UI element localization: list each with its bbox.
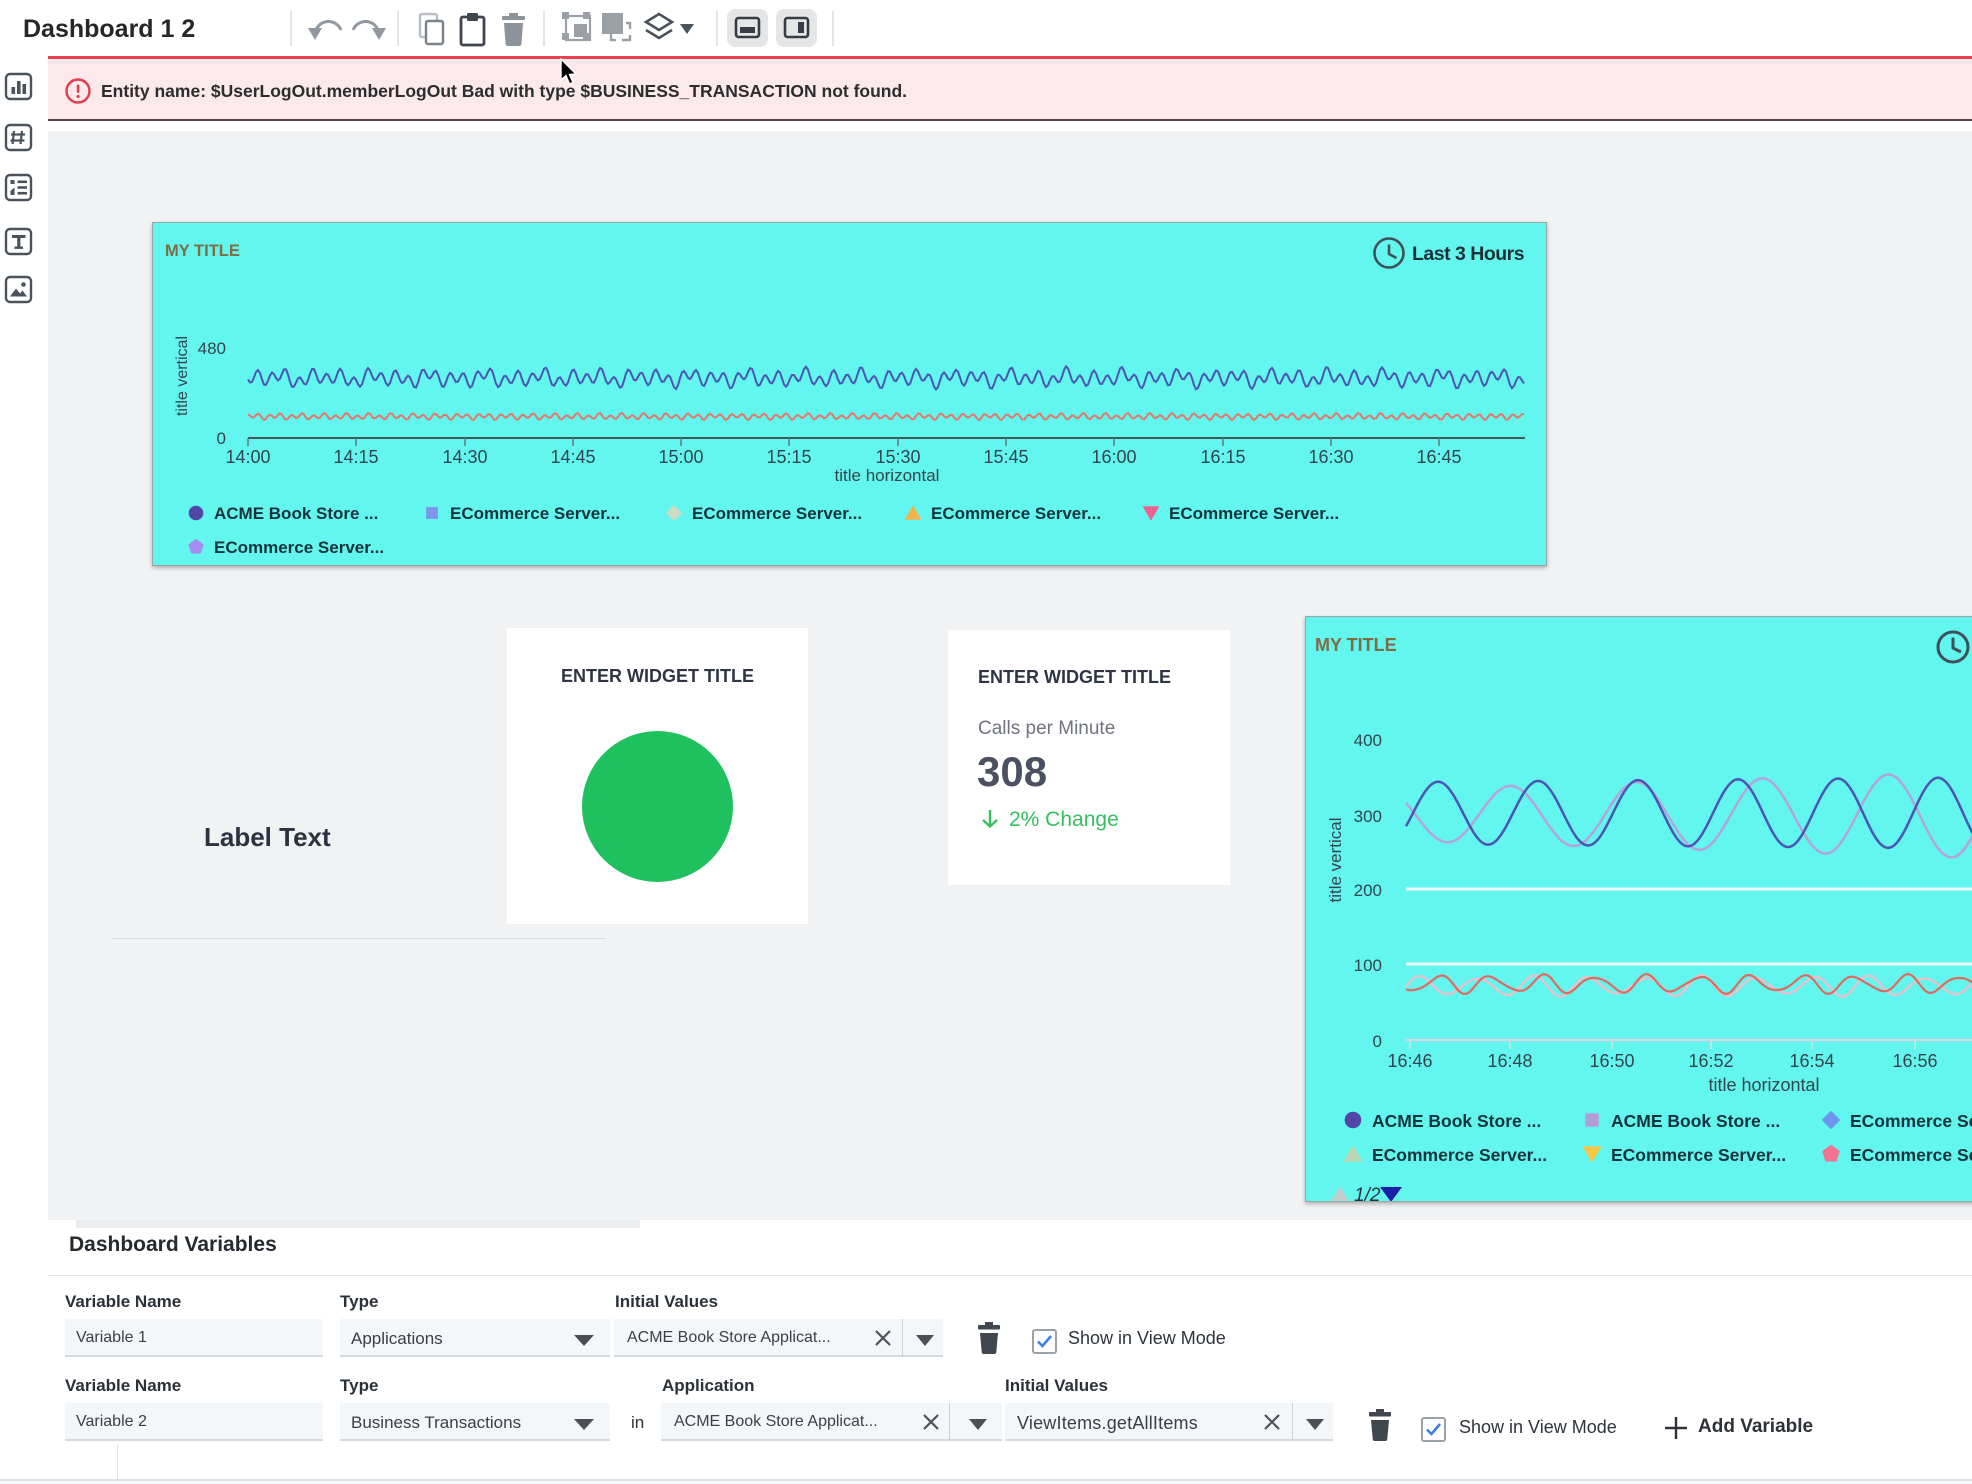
svg-text:14:15: 14:15: [333, 447, 378, 467]
svg-text:ECommerce Ser: ECommerce Ser: [1850, 1145, 1972, 1165]
svg-text:0: 0: [1373, 1032, 1382, 1051]
svg-text:ECommerce Server...: ECommerce Server...: [1611, 1145, 1786, 1165]
svg-text:title horizontal: title horizontal: [835, 466, 940, 485]
svg-text:ECommerce Server...: ECommerce Server...: [450, 504, 620, 523]
svg-text:16:30: 16:30: [1308, 447, 1353, 467]
svg-text:480: 480: [198, 339, 226, 358]
svg-text:400: 400: [1354, 731, 1382, 750]
svg-text:ECommerce Server...: ECommerce Server...: [1372, 1145, 1547, 1165]
svg-text:16:45: 16:45: [1416, 447, 1461, 467]
svg-text:Last 3 Hours: Last 3 Hours: [1412, 243, 1525, 265]
svg-text:ACME Book Store ...: ACME Book Store ...: [1372, 1111, 1541, 1131]
svg-text:ECommerce Server...: ECommerce Server...: [214, 538, 384, 557]
svg-text:ACME Book Store ...: ACME Book Store ...: [1611, 1111, 1780, 1131]
svg-text:300: 300: [1354, 807, 1382, 826]
svg-text:16:52: 16:52: [1688, 1051, 1733, 1071]
svg-text:ECommerce Ser: ECommerce Ser: [1850, 1111, 1972, 1131]
svg-text:1/2: 1/2: [1354, 1185, 1381, 1202]
svg-text:15:15: 15:15: [766, 447, 811, 467]
svg-text:14:30: 14:30: [442, 447, 487, 467]
svg-text:16:56: 16:56: [1892, 1051, 1937, 1071]
svg-text:ACME Book Store ...: ACME Book Store ...: [214, 504, 378, 523]
svg-text:ECommerce Server...: ECommerce Server...: [1169, 504, 1339, 523]
svg-text:MY TITLE: MY TITLE: [1315, 635, 1397, 655]
svg-text:200: 200: [1354, 881, 1382, 900]
svg-text:16:00: 16:00: [1091, 447, 1136, 467]
svg-text:ECommerce Server...: ECommerce Server...: [931, 504, 1101, 523]
svg-text:0: 0: [217, 429, 226, 448]
svg-text:16:15: 16:15: [1200, 447, 1245, 467]
svg-text:16:48: 16:48: [1487, 1051, 1532, 1071]
svg-text:16:50: 16:50: [1589, 1051, 1634, 1071]
svg-text:ECommerce Server...: ECommerce Server...: [692, 504, 862, 523]
svg-text:title vertical: title vertical: [1326, 817, 1345, 902]
svg-text:14:45: 14:45: [550, 447, 595, 467]
svg-text:title vertical: title vertical: [174, 336, 191, 416]
svg-text:15:00: 15:00: [658, 447, 703, 467]
svg-text:100: 100: [1354, 956, 1382, 975]
svg-text:14:00: 14:00: [225, 447, 270, 467]
svg-text:MY TITLE: MY TITLE: [165, 242, 240, 260]
svg-text:15:30: 15:30: [875, 447, 920, 467]
svg-text:16:46: 16:46: [1387, 1051, 1432, 1071]
svg-text:16:54: 16:54: [1789, 1051, 1834, 1071]
svg-text:15:45: 15:45: [983, 447, 1028, 467]
svg-text:title horizontal: title horizontal: [1708, 1075, 1819, 1095]
